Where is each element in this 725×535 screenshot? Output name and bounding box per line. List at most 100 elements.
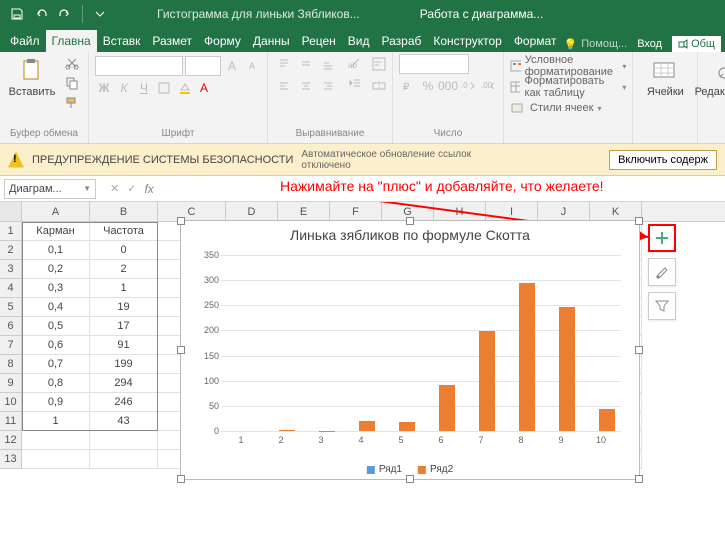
row-header[interactable]: 12 bbox=[0, 431, 22, 450]
cell[interactable] bbox=[22, 450, 90, 469]
chart-x-axis[interactable]: 12345678910 bbox=[221, 435, 621, 449]
copy-icon[interactable] bbox=[62, 74, 82, 92]
chart-title[interactable]: Линька зябликов по формуле Скотта bbox=[181, 221, 639, 249]
cell[interactable]: 0,3 bbox=[22, 279, 90, 298]
chart-object[interactable]: Линька зябликов по формуле Скотта 050100… bbox=[180, 220, 640, 480]
tab-review[interactable]: Рецен bbox=[296, 30, 342, 52]
italic-button[interactable]: К bbox=[115, 79, 133, 97]
row-header[interactable]: 2 bbox=[0, 241, 22, 260]
cell[interactable]: 0,8 bbox=[22, 374, 90, 393]
currency-icon[interactable]: ₽ bbox=[399, 77, 417, 95]
row-header[interactable]: 3 bbox=[0, 260, 22, 279]
bold-button[interactable]: Ж bbox=[95, 79, 113, 97]
column-header[interactable]: B bbox=[90, 202, 158, 221]
qat-dropdown-icon[interactable] bbox=[89, 3, 111, 25]
chart-bar[interactable] bbox=[519, 283, 535, 431]
row-header[interactable]: 4 bbox=[0, 279, 22, 298]
cells-button[interactable]: Ячейки bbox=[639, 54, 691, 100]
align-left-icon[interactable] bbox=[274, 76, 294, 96]
row-header[interactable]: 11 bbox=[0, 412, 22, 431]
cell[interactable]: 246 bbox=[90, 393, 158, 412]
wrap-text-button[interactable] bbox=[372, 54, 386, 74]
cell[interactable] bbox=[22, 431, 90, 450]
column-header[interactable]: I bbox=[486, 202, 538, 221]
cell[interactable]: 0,1 bbox=[22, 241, 90, 260]
font-color-icon[interactable]: A bbox=[195, 79, 213, 97]
chart-filter-funnel-button[interactable] bbox=[648, 292, 676, 320]
chart-bar[interactable] bbox=[319, 431, 335, 432]
number-format-select[interactable] bbox=[399, 54, 469, 74]
cell[interactable]: 0,7 bbox=[22, 355, 90, 374]
cut-icon[interactable] bbox=[62, 54, 82, 72]
orientation-icon[interactable]: ab bbox=[346, 54, 364, 72]
cell[interactable]: 1 bbox=[90, 279, 158, 298]
redo-icon[interactable] bbox=[54, 3, 76, 25]
font-size-select[interactable] bbox=[185, 56, 221, 76]
percent-icon[interactable]: % bbox=[419, 77, 437, 95]
column-header[interactable]: H bbox=[434, 202, 486, 221]
chart-bar[interactable] bbox=[479, 331, 495, 431]
enable-content-button[interactable]: Включить содерж bbox=[609, 150, 717, 170]
column-header[interactable]: D bbox=[226, 202, 278, 221]
chart-bar[interactable] bbox=[599, 409, 615, 431]
select-all-corner[interactable] bbox=[0, 202, 22, 221]
chart-styles-brush-button[interactable] bbox=[648, 258, 676, 286]
tab-formulas[interactable]: Форму bbox=[198, 30, 247, 52]
cell[interactable]: 19 bbox=[90, 298, 158, 317]
chart-bar[interactable] bbox=[279, 430, 295, 431]
row-header[interactable]: 6 bbox=[0, 317, 22, 336]
cell[interactable] bbox=[90, 450, 158, 469]
cell[interactable]: 2 bbox=[90, 260, 158, 279]
font-family-select[interactable] bbox=[95, 56, 183, 76]
cell[interactable]: 43 bbox=[90, 412, 158, 431]
border-icon[interactable] bbox=[155, 79, 173, 97]
row-header[interactable]: 10 bbox=[0, 393, 22, 412]
cell[interactable]: 0 bbox=[90, 241, 158, 260]
fill-color-icon[interactable] bbox=[175, 79, 193, 97]
format-painter-icon[interactable] bbox=[62, 94, 82, 112]
chart-bar[interactable] bbox=[359, 421, 375, 431]
cell[interactable]: 199 bbox=[90, 355, 158, 374]
chart-bar[interactable] bbox=[559, 307, 575, 431]
tab-home[interactable]: Главна bbox=[46, 30, 97, 52]
save-icon[interactable] bbox=[6, 3, 28, 25]
decrease-font-icon[interactable]: A bbox=[243, 57, 261, 75]
cell[interactable]: 0,2 bbox=[22, 260, 90, 279]
tell-me-help[interactable]: Помощ... bbox=[581, 38, 627, 50]
share-button[interactable]: Общ bbox=[672, 36, 721, 52]
column-header[interactable]: C bbox=[158, 202, 226, 221]
paste-button[interactable]: Вставить bbox=[6, 54, 58, 100]
cell[interactable]: 0,4 bbox=[22, 298, 90, 317]
cell[interactable]: 0,9 bbox=[22, 393, 90, 412]
chart-y-axis[interactable]: 050100150200250300350 bbox=[197, 255, 219, 431]
login-button[interactable]: Вход bbox=[631, 38, 668, 50]
fx-label[interactable]: fx bbox=[144, 182, 153, 196]
row-header[interactable]: 13 bbox=[0, 450, 22, 469]
decrease-indent-icon[interactable] bbox=[346, 74, 364, 92]
column-header[interactable]: E bbox=[278, 202, 330, 221]
row-header[interactable]: 7 bbox=[0, 336, 22, 355]
cell[interactable] bbox=[90, 431, 158, 450]
increase-decimal-icon[interactable]: .0 bbox=[459, 77, 477, 95]
increase-font-icon[interactable]: A bbox=[223, 57, 241, 75]
tab-data[interactable]: Данны bbox=[247, 30, 296, 52]
chart-legend[interactable]: Ряд1 Ряд2 bbox=[367, 464, 453, 475]
chart-plot-area[interactable] bbox=[221, 255, 621, 431]
name-box[interactable]: Диаграм... ▼ bbox=[4, 179, 96, 199]
align-bottom-icon[interactable] bbox=[318, 54, 338, 74]
tab-developer[interactable]: Разраб bbox=[376, 30, 428, 52]
cell[interactable]: 1 bbox=[22, 412, 90, 431]
decrease-decimal-icon[interactable]: .00 bbox=[479, 77, 497, 95]
cell[interactable]: 0,5 bbox=[22, 317, 90, 336]
cell[interactable]: 17 bbox=[90, 317, 158, 336]
cell[interactable]: Частота bbox=[90, 222, 158, 241]
tab-layout[interactable]: Размет bbox=[146, 30, 198, 52]
cell[interactable]: 91 bbox=[90, 336, 158, 355]
editing-button[interactable]: Редактирован bbox=[704, 54, 725, 100]
align-middle-icon[interactable] bbox=[296, 54, 316, 74]
row-header[interactable]: 5 bbox=[0, 298, 22, 317]
cell[interactable]: 294 bbox=[90, 374, 158, 393]
tab-chart-design[interactable]: Конструктор bbox=[427, 30, 507, 52]
format-table-button[interactable]: Форматировать как таблицу▾ bbox=[510, 77, 626, 97]
cell[interactable]: 0,6 bbox=[22, 336, 90, 355]
